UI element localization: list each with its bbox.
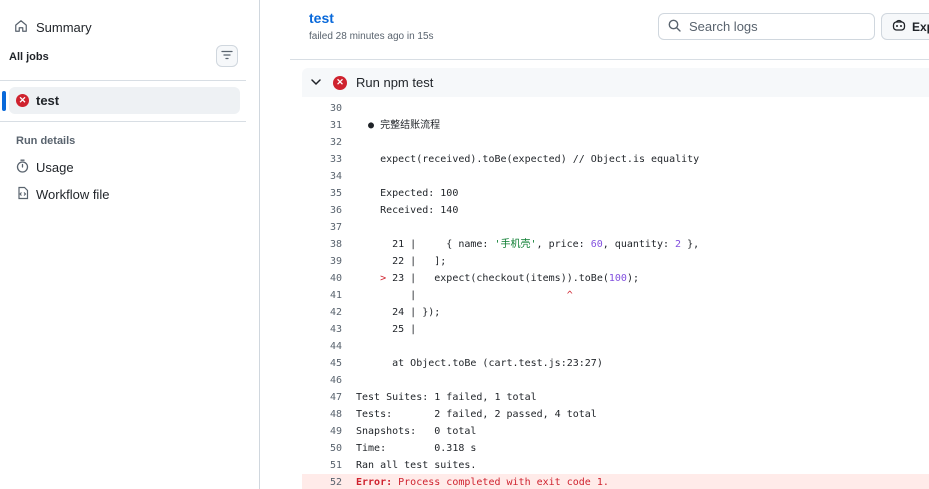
log-line[interactable]: 51 Ran all test suites. xyxy=(302,457,929,474)
job-status-text: failed 28 minutes ago in 15s xyxy=(309,31,434,42)
stopwatch-icon xyxy=(16,159,29,176)
home-icon xyxy=(14,19,28,36)
log-line[interactable]: 35 Expected: 100 xyxy=(302,185,929,202)
x-circle-fill-icon: ✕ xyxy=(333,75,347,90)
log-line[interactable]: 33 expect(received).toBe(expected) // Ob… xyxy=(302,151,929,168)
summary-link[interactable]: Summary xyxy=(14,16,92,38)
log-line[interactable]: 43 25 | xyxy=(302,321,929,338)
all-jobs-label: All jobs xyxy=(9,51,49,63)
log-line[interactable]: 44 xyxy=(302,338,929,355)
log-line[interactable]: 45 at Object.toBe (cart.test.js:23:27) xyxy=(302,355,929,372)
job-item-test[interactable]: ✕ test xyxy=(9,87,240,114)
log-line[interactable]: 31 ● 完整结账流程 xyxy=(302,117,929,134)
sidebar: Summary All jobs ✕ test Run details Usag… xyxy=(0,0,260,489)
log-line[interactable]: 37 xyxy=(302,219,929,236)
search-logs-input[interactable]: Search logs xyxy=(658,13,875,40)
divider xyxy=(0,121,246,122)
usage-label: Usage xyxy=(36,160,74,175)
filter-icon xyxy=(221,47,233,65)
log-line[interactable]: 42 24 | }); xyxy=(302,304,929,321)
workflow-file-link[interactable]: Workflow file xyxy=(16,186,109,203)
log-line[interactable]: 38 21 | { name: '手机壳', price: 60, quanti… xyxy=(302,236,929,253)
header-divider xyxy=(290,59,929,60)
explore-label: Exp xyxy=(912,19,929,34)
search-placeholder: Search logs xyxy=(689,19,758,34)
log-line[interactable]: 30 xyxy=(302,100,929,117)
step-header-run-npm-test[interactable]: ✕ Run npm test xyxy=(302,68,929,97)
log-line[interactable]: 46 xyxy=(302,372,929,389)
log-line[interactable]: 50 Time: 0.318 s xyxy=(302,440,929,457)
workflow-file-label: Workflow file xyxy=(36,187,110,202)
log-line[interactable]: 39 22 | ]; xyxy=(302,253,929,270)
log-line[interactable]: 34 xyxy=(302,168,929,185)
log-line[interactable]: 48 Tests: 2 failed, 2 passed, 4 total xyxy=(302,406,929,423)
x-circle-fill-icon: ✕ xyxy=(16,94,29,107)
log-line[interactable]: 49 Snapshots: 0 total xyxy=(302,423,929,440)
log-line-error[interactable]: 52 Error: Process completed with exit cod… xyxy=(302,474,929,489)
copilot-icon xyxy=(892,19,906,35)
run-details-heading: Run details xyxy=(16,135,76,147)
log-line[interactable]: 40 > 23 | expect(checkout(items)).toBe(1… xyxy=(302,270,929,287)
job-title[interactable]: test xyxy=(309,10,334,26)
log-output: 30 31 ● 完整结账流程 32 33 expect(received).to… xyxy=(302,100,929,489)
search-icon xyxy=(668,19,681,35)
filter-button[interactable] xyxy=(216,45,238,67)
summary-label: Summary xyxy=(36,19,92,35)
chevron-down-icon[interactable] xyxy=(311,79,323,86)
log-line[interactable]: 36 Received: 140 xyxy=(302,202,929,219)
log-line[interactable]: 32 xyxy=(302,134,929,151)
divider xyxy=(0,80,246,81)
log-line[interactable]: 41 | ^ xyxy=(302,287,929,304)
job-name: test xyxy=(36,93,60,108)
step-label: Run npm test xyxy=(356,75,434,90)
file-code-icon xyxy=(16,186,29,203)
log-line[interactable]: 47 Test Suites: 1 failed, 1 total xyxy=(302,389,929,406)
selected-indicator xyxy=(2,91,6,111)
explore-button[interactable]: Exp xyxy=(881,13,929,40)
usage-link[interactable]: Usage xyxy=(16,159,74,176)
